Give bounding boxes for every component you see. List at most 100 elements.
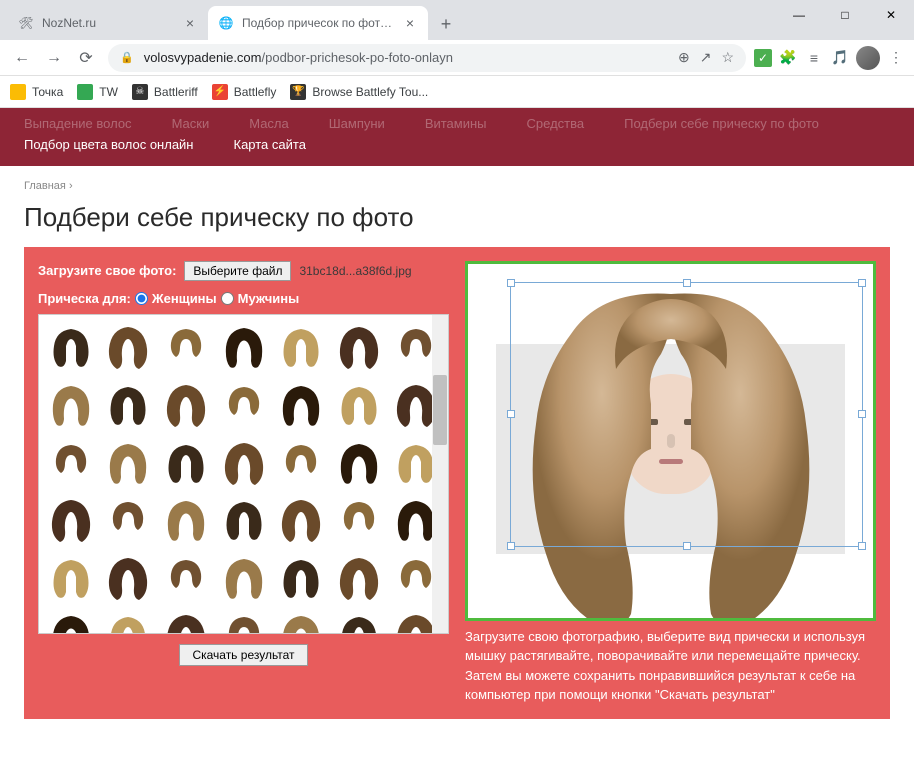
bookmark-battleriff[interactable]: ☠Battleriff [132, 84, 198, 100]
hairstyle-option[interactable] [216, 549, 272, 605]
lock-icon: 🔒 [120, 51, 134, 64]
hairstyle-option[interactable] [273, 491, 329, 547]
skull-icon: ☠ [132, 84, 148, 100]
menu-item[interactable]: Масла [249, 114, 289, 135]
hairstyle-option[interactable] [331, 434, 387, 490]
menu-item[interactable]: Средства [527, 114, 585, 135]
bookmark-tochka[interactable]: Точка [10, 84, 63, 100]
instructions-text: Загрузите свою фотографию, выберите вид … [465, 627, 876, 705]
share-icon[interactable]: ↗ [700, 49, 712, 66]
hairstyle-option[interactable] [273, 606, 329, 633]
hairstyle-option[interactable] [331, 491, 387, 547]
hairstyle-option[interactable] [43, 319, 99, 375]
radio-women[interactable] [135, 292, 148, 305]
music-icon[interactable]: 🎵 [830, 48, 850, 68]
bookmark-tw[interactable]: TW [77, 84, 118, 100]
browser-navbar: ← → ⟳ 🔒 volosvypadenie.com/podbor-priche… [0, 40, 914, 76]
hairstyle-option[interactable] [331, 549, 387, 605]
hairstyle-option[interactable] [43, 606, 99, 633]
hairstyle-option[interactable] [158, 491, 214, 547]
scrollbar-thumb[interactable] [433, 375, 447, 445]
hairstyle-option[interactable] [158, 319, 214, 375]
hairstyle-option[interactable] [216, 376, 272, 432]
download-button[interactable]: Скачать результат [179, 644, 307, 666]
hairstyle-option[interactable] [101, 491, 157, 547]
hairstyle-grid [38, 314, 449, 634]
tab-title: NozNet.ru [42, 16, 176, 30]
hairstyle-option[interactable] [331, 376, 387, 432]
hairstyle-option[interactable] [216, 491, 272, 547]
menu-item[interactable]: Шампуни [329, 114, 385, 135]
star-icon[interactable]: ☆ [721, 49, 734, 66]
hairstyle-option[interactable] [101, 549, 157, 605]
sheets-icon [77, 84, 93, 100]
checkmark-extension-icon[interactable]: ✓ [754, 49, 772, 67]
hairstyle-option[interactable] [101, 376, 157, 432]
search-icon[interactable]: ⊕ [678, 49, 690, 66]
bookmark-browse-battlefy[interactable]: 🏆Browse Battlefy Tou... [290, 84, 428, 100]
hairstyle-option[interactable] [216, 606, 272, 633]
hairstyle-option[interactable] [216, 434, 272, 490]
tab-active[interactable]: 🌐 Подбор причесок по фото онла × [208, 6, 428, 40]
hairstyle-option[interactable] [273, 376, 329, 432]
menu-item[interactable]: Подбор цвета волос онлайн [24, 135, 194, 156]
page-title: Подбери себе прическу по фото [0, 196, 914, 247]
resize-handle[interactable] [858, 542, 866, 550]
preview-canvas[interactable] [465, 261, 876, 621]
tab-title: Подбор причесок по фото онла [242, 16, 396, 30]
hairstyle-option[interactable] [158, 376, 214, 432]
hairstyle-option[interactable] [273, 549, 329, 605]
resize-handle[interactable] [858, 279, 866, 287]
label-women[interactable]: Женщины [152, 291, 217, 306]
browser-titlebar: 🛠 NozNet.ru × 🌐 Подбор причесок по фото … [0, 0, 914, 40]
choose-file-button[interactable]: Выберите файл [184, 261, 291, 281]
minimize-button[interactable]: — [776, 0, 822, 30]
hairstyle-option[interactable] [158, 549, 214, 605]
tab-inactive[interactable]: 🛠 NozNet.ru × [8, 6, 208, 40]
hairstyle-option[interactable] [101, 319, 157, 375]
address-bar[interactable]: 🔒 volosvypadenie.com/podbor-prichesok-po… [108, 44, 746, 72]
menu-icon[interactable]: ⋮ [886, 48, 906, 68]
trophy-icon: 🏆 [290, 84, 306, 100]
hairstyle-option[interactable] [43, 549, 99, 605]
list-icon[interactable]: ≡ [804, 48, 824, 68]
hairstyle-option[interactable] [331, 606, 387, 633]
hairstyle-option[interactable] [43, 434, 99, 490]
url-path: /podbor-prichesok-po-foto-onlayn [262, 50, 454, 65]
close-window-button[interactable]: ✕ [868, 0, 914, 30]
menu-item[interactable]: Маски [172, 114, 210, 135]
controls-column: Загрузите свое фото: Выберите файл 31bc1… [38, 261, 449, 705]
close-icon[interactable]: × [182, 15, 198, 31]
hairstyle-option[interactable] [273, 319, 329, 375]
profile-avatar[interactable] [856, 46, 880, 70]
menu-item[interactable]: Карта сайта [234, 135, 306, 156]
hairstyle-option[interactable] [158, 434, 214, 490]
menu-item[interactable]: Витамины [425, 114, 487, 135]
menu-item[interactable]: Выпадение волос [24, 114, 132, 135]
breadcrumb-home[interactable]: Главная [24, 180, 66, 192]
extensions-icon[interactable]: 🧩 [778, 48, 798, 68]
bookmark-battlefly[interactable]: ⚡Battlefly [212, 84, 277, 100]
new-tab-button[interactable]: + [432, 10, 460, 38]
hairstyle-option[interactable] [101, 606, 157, 633]
forward-button[interactable]: → [40, 44, 68, 72]
hairstyle-option[interactable] [331, 319, 387, 375]
maximize-button[interactable]: □ [822, 0, 868, 30]
label-men[interactable]: Мужчины [238, 291, 300, 306]
close-icon[interactable]: × [402, 15, 418, 31]
gender-row: Прическа для: Женщины Мужчины [38, 291, 449, 306]
menu-item[interactable]: Подбери себе прическу по фото [624, 114, 819, 135]
resize-handle[interactable] [858, 410, 866, 418]
hairstyle-option[interactable] [43, 376, 99, 432]
hairstyle-option[interactable] [43, 491, 99, 547]
radio-men[interactable] [221, 292, 234, 305]
scrollbar[interactable] [432, 315, 448, 633]
hairstyle-option[interactable] [216, 319, 272, 375]
hairstyle-option[interactable] [158, 606, 214, 633]
hairstyle-option[interactable] [273, 434, 329, 490]
hairstyle-overlay[interactable] [501, 274, 841, 621]
reload-button[interactable]: ⟳ [72, 44, 100, 72]
hairstyle-option[interactable] [101, 434, 157, 490]
back-button[interactable]: ← [8, 44, 36, 72]
page-content: Выпадение волос Маски Масла Шампуни Вита… [0, 108, 914, 774]
